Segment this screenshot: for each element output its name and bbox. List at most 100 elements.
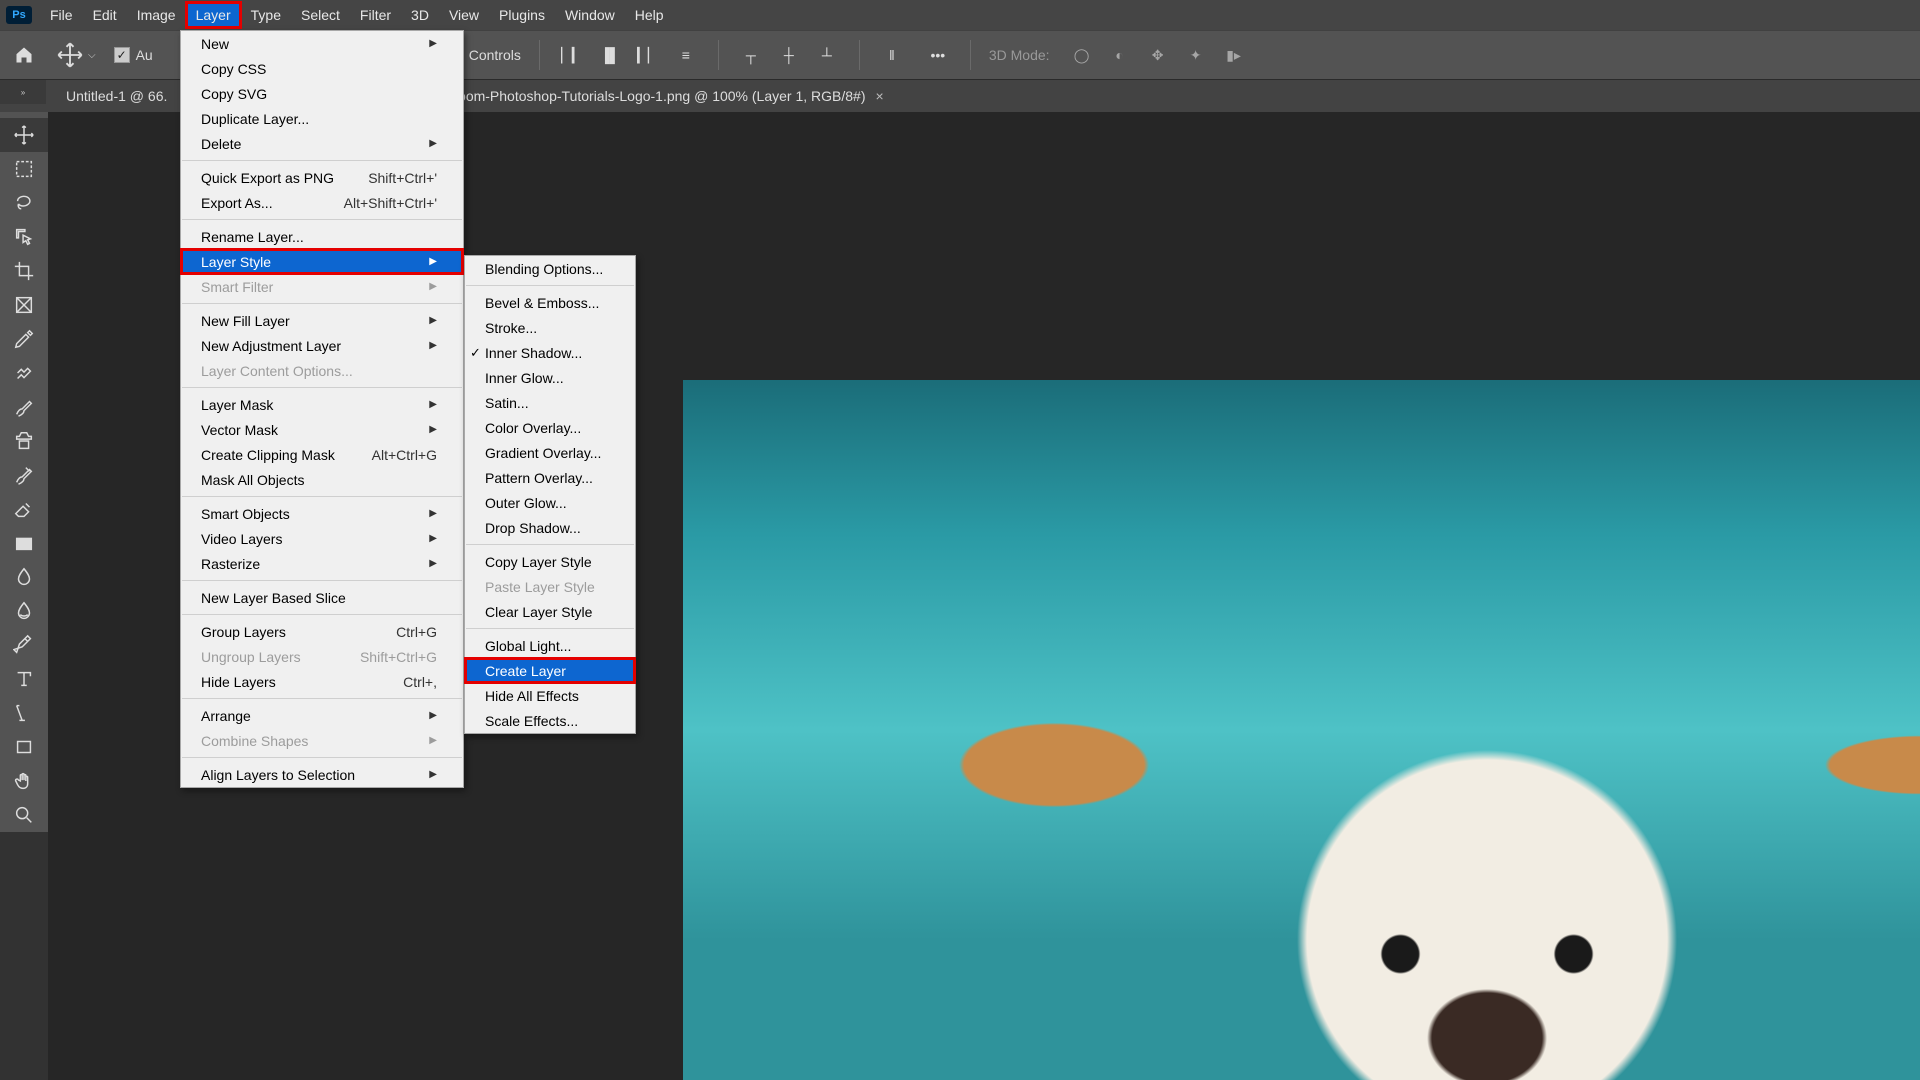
- menu-item-hide-all-effects[interactable]: Hide All Effects: [465, 683, 635, 708]
- menu-item-bevel-emboss[interactable]: Bevel & Emboss...: [465, 290, 635, 315]
- menu-item-create-layer[interactable]: Create Layer: [465, 658, 635, 683]
- menu-layer[interactable]: Layer: [186, 2, 241, 28]
- menu-item-color-overlay[interactable]: Color Overlay...: [465, 415, 635, 440]
- document-image[interactable]: [683, 380, 1920, 1080]
- orbit-icon[interactable]: ◯: [1068, 41, 1096, 69]
- dist-bot-icon[interactable]: ┴: [813, 41, 841, 69]
- tab-logo-png[interactable]: room-Photoshop-Tutorials-Logo-1.png @ 10…: [439, 88, 897, 104]
- menu-item-rename-layer[interactable]: Rename Layer...: [181, 224, 463, 249]
- shortcut-label: Shift+Ctrl+G: [360, 649, 437, 665]
- menu-view[interactable]: View: [439, 2, 489, 28]
- menu-item-delete[interactable]: Delete▶: [181, 131, 463, 156]
- tool-shape[interactable]: [0, 730, 48, 764]
- menu-item-stroke[interactable]: Stroke...: [465, 315, 635, 340]
- tool-zoom[interactable]: [0, 798, 48, 832]
- align-right-icon[interactable]: ▎▏: [634, 41, 662, 69]
- menu-item-pattern-overlay[interactable]: Pattern Overlay...: [465, 465, 635, 490]
- menu-item-mask-all-objects[interactable]: Mask All Objects: [181, 467, 463, 492]
- tool-lasso[interactable]: [0, 186, 48, 220]
- tool-move[interactable]: [0, 118, 48, 152]
- tool-blur[interactable]: [0, 560, 48, 594]
- menu-item-new[interactable]: New▶: [181, 31, 463, 56]
- close-icon[interactable]: ×: [876, 88, 884, 104]
- menu-item-group-layers[interactable]: Group LayersCtrl+G: [181, 619, 463, 644]
- tool-clone[interactable]: [0, 424, 48, 458]
- slide-icon[interactable]: ✦: [1182, 41, 1210, 69]
- align-left-icon[interactable]: ▏▎: [558, 41, 586, 69]
- menu-item-blending-options[interactable]: Blending Options...: [465, 256, 635, 281]
- chevron-down-icon[interactable]: ⌵: [88, 50, 96, 61]
- tool-sharpen[interactable]: [0, 594, 48, 628]
- menu-item-copy-layer-style[interactable]: Copy Layer Style: [465, 549, 635, 574]
- menu-window[interactable]: Window: [555, 2, 625, 28]
- menu-item-inner-shadow[interactable]: ✓Inner Shadow...: [465, 340, 635, 365]
- auto-select-checkbox[interactable]: ✓Au: [114, 47, 153, 63]
- menu-item-vector-mask[interactable]: Vector Mask▶: [181, 417, 463, 442]
- menu-item-new-adjustment-layer[interactable]: New Adjustment Layer▶: [181, 333, 463, 358]
- cam-icon[interactable]: ▮▸: [1220, 41, 1248, 69]
- menu-3d[interactable]: 3D: [401, 2, 439, 28]
- tool-history[interactable]: [0, 458, 48, 492]
- dist-space-icon[interactable]: ‖: [878, 41, 906, 69]
- menu-edit[interactable]: Edit: [83, 2, 127, 28]
- home-icon[interactable]: [10, 41, 38, 69]
- menu-item-scale-effects[interactable]: Scale Effects...: [465, 708, 635, 733]
- menu-item-arrange[interactable]: Arrange▶: [181, 703, 463, 728]
- tool-type[interactable]: [0, 662, 48, 696]
- panel-stub[interactable]: »: [0, 80, 46, 104]
- move-tool-icon[interactable]: [56, 41, 84, 69]
- menu-item-quick-export-as-png[interactable]: Quick Export as PNGShift+Ctrl+': [181, 165, 463, 190]
- menu-item-layer-mask[interactable]: Layer Mask▶: [181, 392, 463, 417]
- menu-item-rasterize[interactable]: Rasterize▶: [181, 551, 463, 576]
- menu-item-clear-layer-style[interactable]: Clear Layer Style: [465, 599, 635, 624]
- tool-path[interactable]: [0, 696, 48, 730]
- menu-item-global-light[interactable]: Global Light...: [465, 633, 635, 658]
- more-icon[interactable]: •••: [924, 41, 952, 69]
- submenu-arrow-icon: ▶: [429, 138, 437, 149]
- tool-object-select[interactable]: [0, 220, 48, 254]
- menu-item-video-layers[interactable]: Video Layers▶: [181, 526, 463, 551]
- menu-item-align-layers-to-selection[interactable]: Align Layers to Selection▶: [181, 762, 463, 787]
- tool-crop[interactable]: [0, 254, 48, 288]
- menu-item-smart-objects[interactable]: Smart Objects▶: [181, 501, 463, 526]
- menu-item-export-as[interactable]: Export As...Alt+Shift+Ctrl+': [181, 190, 463, 215]
- tool-eyedropper[interactable]: [0, 322, 48, 356]
- tool-frame[interactable]: [0, 288, 48, 322]
- dist-mid-icon[interactable]: ┼: [775, 41, 803, 69]
- dist-top-icon[interactable]: ┬: [737, 41, 765, 69]
- menu-item-inner-glow[interactable]: Inner Glow...: [465, 365, 635, 390]
- align-center-h-icon[interactable]: ▐▌: [596, 41, 624, 69]
- roll-icon[interactable]: ◐: [1106, 41, 1134, 69]
- menu-item-layer-style[interactable]: Layer Style▶: [181, 249, 463, 274]
- menu-file[interactable]: File: [40, 2, 83, 28]
- pan-icon[interactable]: ✥: [1144, 41, 1172, 69]
- menu-item-new-fill-layer[interactable]: New Fill Layer▶: [181, 308, 463, 333]
- tool-heal[interactable]: [0, 356, 48, 390]
- tool-marquee[interactable]: [0, 152, 48, 186]
- menu-item-copy-svg[interactable]: Copy SVG: [181, 81, 463, 106]
- menu-item-gradient-overlay[interactable]: Gradient Overlay...: [465, 440, 635, 465]
- menu-item-copy-css[interactable]: Copy CSS: [181, 56, 463, 81]
- menu-item-hide-layers[interactable]: Hide LayersCtrl+,: [181, 669, 463, 694]
- menu-item-create-clipping-mask[interactable]: Create Clipping MaskAlt+Ctrl+G: [181, 442, 463, 467]
- menu-item-new-layer-based-slice[interactable]: New Layer Based Slice: [181, 585, 463, 610]
- menu-item-drop-shadow[interactable]: Drop Shadow...: [465, 515, 635, 540]
- tool-rectangle[interactable]: [0, 526, 48, 560]
- menu-item-satin[interactable]: Satin...: [465, 390, 635, 415]
- tool-brush[interactable]: [0, 390, 48, 424]
- submenu-arrow-icon: ▶: [429, 340, 437, 351]
- menu-plugins[interactable]: Plugins: [489, 2, 555, 28]
- menu-help[interactable]: Help: [625, 2, 674, 28]
- menu-filter[interactable]: Filter: [350, 2, 401, 28]
- menu-type[interactable]: Type: [241, 2, 291, 28]
- menu-item-outer-glow[interactable]: Outer Glow...: [465, 490, 635, 515]
- align-justify-icon[interactable]: ≡: [672, 41, 700, 69]
- tab-untitled[interactable]: Untitled-1 @ 66.: [52, 88, 181, 104]
- menu-select[interactable]: Select: [291, 2, 350, 28]
- menu-image[interactable]: Image: [127, 2, 186, 28]
- tool-pen[interactable]: [0, 628, 48, 662]
- menu-item-duplicate-layer[interactable]: Duplicate Layer...: [181, 106, 463, 131]
- tool-eraser[interactable]: [0, 492, 48, 526]
- tool-hand[interactable]: [0, 764, 48, 798]
- submenu-arrow-icon: ▶: [429, 769, 437, 780]
